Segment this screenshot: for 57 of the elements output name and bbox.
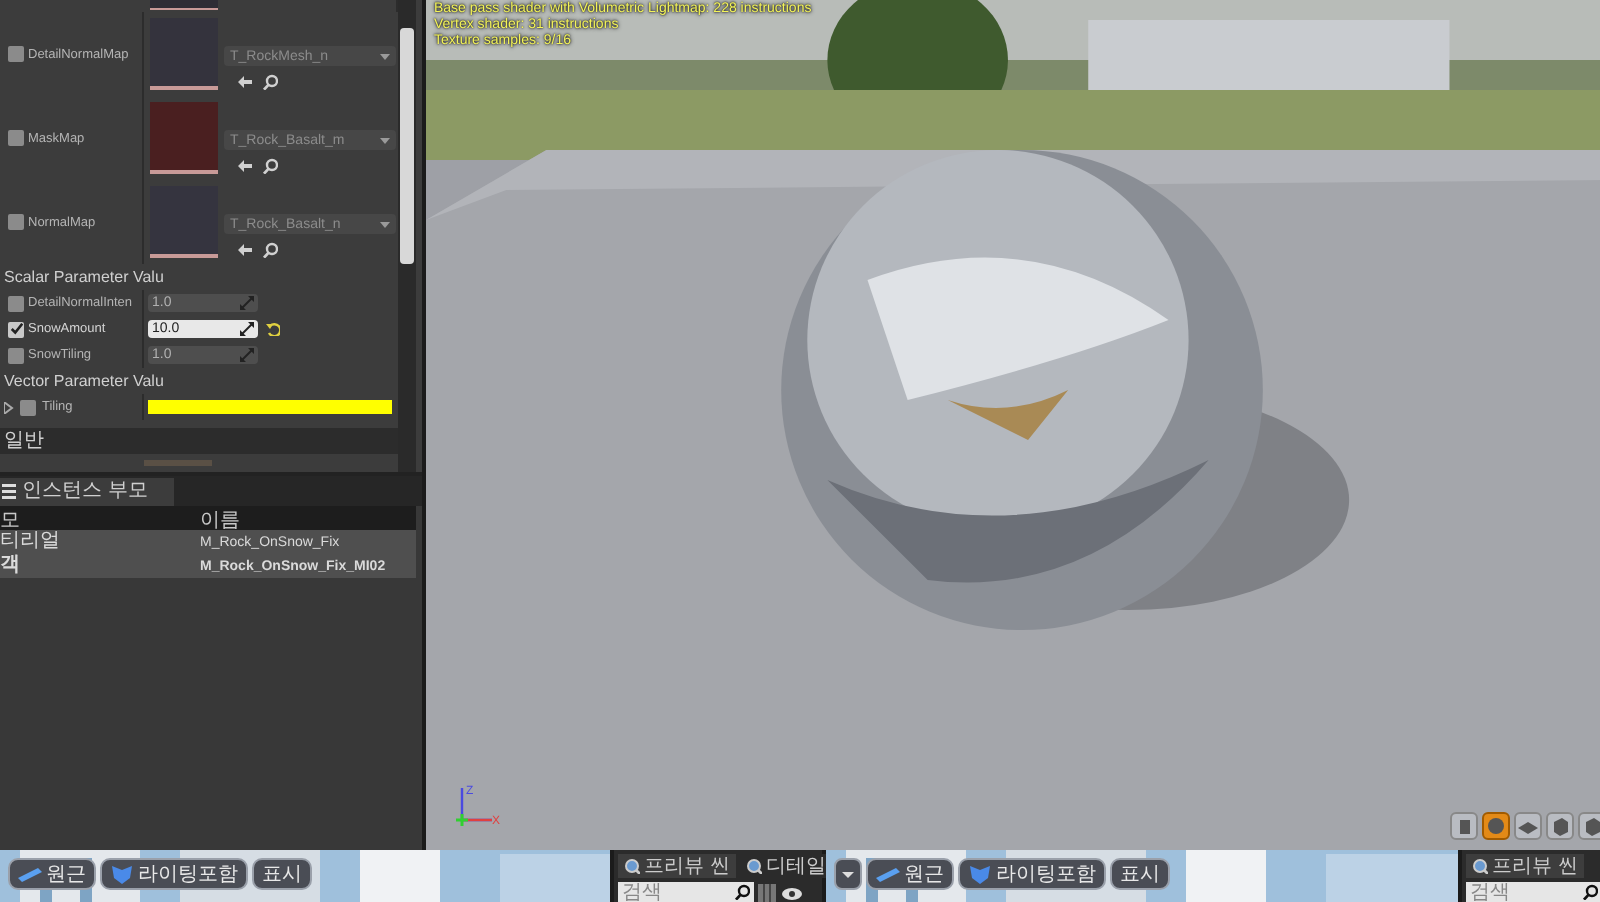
- expand-arrow-icon[interactable]: [4, 401, 14, 413]
- eye-icon[interactable]: [780, 883, 804, 902]
- caret-icon: [842, 871, 854, 877]
- viewport-option-button[interactable]: 라이팅포함: [100, 858, 248, 890]
- list-icon: [2, 484, 16, 500]
- texture-thumbnail[interactable]: [150, 102, 218, 174]
- table-cell-text: 티리얼: [0, 532, 62, 552]
- column-header[interactable]: 모: [0, 506, 200, 534]
- column-header[interactable]: 이름: [200, 506, 416, 534]
- texture-thumbnail[interactable]: [150, 186, 218, 258]
- checkbox[interactable]: [8, 46, 24, 62]
- viewport-option-button[interactable]: 원근: [8, 858, 96, 890]
- checkbox[interactable]: [8, 321, 24, 337]
- panel-tab[interactable]: 프리뷰 씬: [618, 854, 736, 878]
- texture-thumbnail[interactable]: [150, 18, 218, 90]
- caret-icon[interactable]: [380, 137, 390, 143]
- magnifier-icon: [745, 858, 762, 874]
- table-cell-text: 객: [0, 556, 22, 576]
- magnifier-icon: [1472, 858, 1488, 874]
- panel-tab[interactable]: 프리뷰 씬: [1466, 854, 1584, 878]
- category-header[interactable]: Vector Parameter Valu: [0, 368, 398, 394]
- panel-tab[interactable]: 인스턴스 부모: [0, 478, 174, 506]
- viewport-option-button[interactable]: 원근: [866, 858, 954, 890]
- plane-icon: [18, 864, 42, 884]
- scrollbar[interactable]: [398, 0, 416, 472]
- scrollbar-thumb[interactable]: [400, 28, 414, 264]
- shield-icon: [110, 864, 134, 884]
- checkbox[interactable]: [20, 399, 36, 415]
- viewport-option-button[interactable]: 라이팅포함: [958, 858, 1106, 890]
- reset-arrow-icon[interactable]: [266, 322, 280, 336]
- drag-handle-icon[interactable]: [240, 348, 254, 362]
- category-header[interactable]: Scalar Parameter Valu: [0, 264, 398, 290]
- drag-handle-icon[interactable]: [240, 322, 254, 336]
- dropdown-button[interactable]: [834, 858, 862, 890]
- search-icon[interactable]: [1582, 884, 1598, 900]
- arrow-left-icon[interactable]: [236, 158, 252, 174]
- caret-icon[interactable]: [380, 53, 390, 59]
- caret-icon[interactable]: [380, 221, 390, 227]
- shield-icon: [968, 864, 992, 884]
- magnifier-icon: [624, 858, 640, 874]
- checkbox[interactable]: [8, 295, 24, 311]
- search-icon[interactable]: [734, 884, 750, 900]
- grid-icon[interactable]: [758, 883, 776, 902]
- color-swatch[interactable]: [148, 400, 392, 414]
- arrow-left-icon[interactable]: [236, 74, 252, 90]
- arrow-left-icon[interactable]: [236, 242, 252, 258]
- viewport-option-button[interactable]: 표시: [252, 858, 312, 890]
- checkbox[interactable]: [8, 130, 24, 146]
- section-header[interactable]: 일반: [0, 428, 398, 454]
- search-field[interactable]: 검색: [618, 882, 754, 902]
- checkbox[interactable]: [8, 347, 24, 363]
- drag-handle-icon[interactable]: [240, 296, 254, 310]
- checkbox[interactable]: [8, 214, 24, 230]
- viewport-option-button[interactable]: 표시: [1110, 858, 1170, 890]
- plane-icon: [876, 864, 900, 884]
- texture-thumbnail[interactable]: [150, 0, 218, 10]
- search-field[interactable]: 검색: [1466, 882, 1600, 902]
